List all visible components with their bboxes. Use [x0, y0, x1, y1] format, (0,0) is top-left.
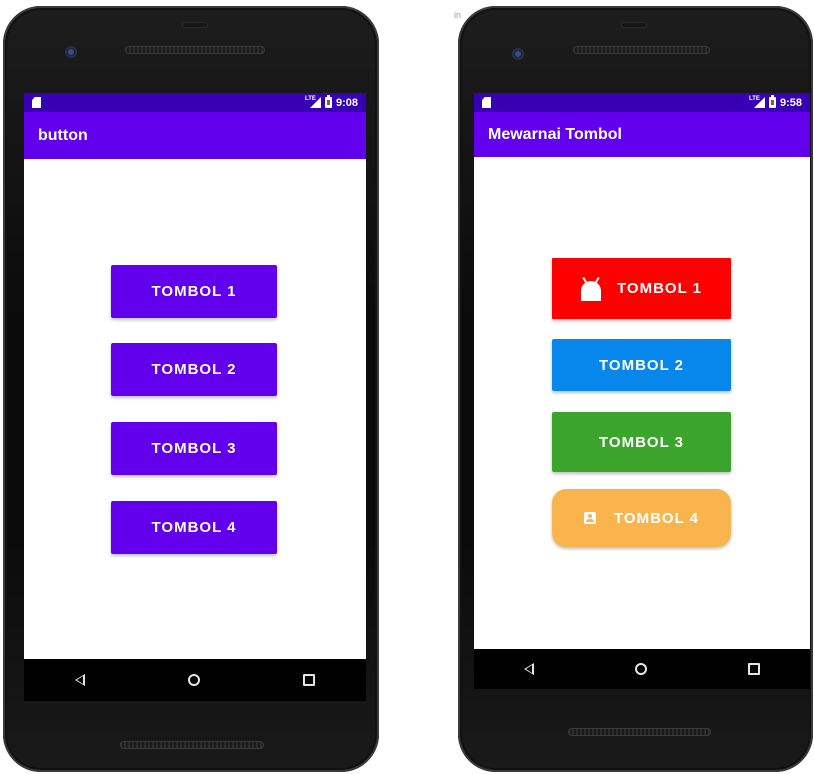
- tombol-3-button[interactable]: TOMBOL 3: [552, 412, 731, 472]
- home-icon[interactable]: [187, 674, 200, 686]
- front-camera-icon: [65, 46, 77, 58]
- navigation-bar: [474, 649, 810, 689]
- tombol-4-button[interactable]: TOMBOL 4: [552, 489, 731, 547]
- tombol-3-button[interactable]: TOMBOL 3: [111, 422, 277, 475]
- navigation-bar: [24, 659, 366, 701]
- battery-icon: [768, 95, 776, 108]
- battery-icon: [324, 95, 332, 108]
- app-bar: button: [24, 112, 366, 159]
- button-label: TOMBOL 2: [151, 361, 237, 378]
- app-bar-title: Mewarnai Tombol: [488, 125, 622, 143]
- bottom-speaker: [120, 741, 264, 749]
- lte-signal-icon: LTE: [305, 96, 321, 108]
- button-label: TOMBOL 4: [614, 509, 699, 527]
- bottom-speaker: [568, 728, 711, 736]
- button-label: TOMBOL 1: [617, 280, 702, 297]
- app-bar-title: button: [38, 126, 88, 144]
- left-phone: LTE 9:08 button TOMBOL 1 TOMBOL 2 TOMBOL…: [3, 6, 379, 772]
- lte-signal-icon: LTE: [749, 96, 765, 108]
- tombol-1-button[interactable]: TOMBOL 1: [552, 258, 731, 319]
- recents-icon[interactable]: [302, 674, 315, 686]
- earpiece-sensor: [182, 22, 208, 28]
- status-bar: LTE 9:58: [474, 93, 810, 112]
- top-speaker: [125, 46, 265, 54]
- button-label: TOMBOL 2: [599, 356, 684, 374]
- android-icon: [581, 276, 602, 301]
- button-label: TOMBOL 1: [151, 283, 237, 300]
- back-icon[interactable]: [75, 674, 86, 686]
- contact-icon: [584, 512, 597, 524]
- tombol-4-button[interactable]: TOMBOL 4: [111, 501, 277, 554]
- left-screen: LTE 9:08 button TOMBOL 1 TOMBOL 2 TOMBOL…: [24, 93, 366, 659]
- right-screen: LTE 9:58 Mewarnai Tombol TOMBOL 1 TOMBOL…: [474, 93, 810, 649]
- back-icon[interactable]: [524, 663, 535, 675]
- tombol-1-button[interactable]: TOMBOL 1: [111, 265, 277, 318]
- right-phone: LTE 9:58 Mewarnai Tombol TOMBOL 1 TOMBOL…: [458, 6, 813, 772]
- status-bar: LTE 9:08: [24, 93, 366, 112]
- sim-card-icon: [482, 97, 491, 108]
- home-icon[interactable]: [634, 663, 647, 675]
- top-speaker: [573, 46, 710, 54]
- status-time: 9:08: [335, 96, 358, 109]
- front-camera-icon: [512, 48, 524, 60]
- status-time: 9:58: [779, 96, 802, 109]
- button-label: TOMBOL 4: [151, 519, 237, 536]
- button-label: TOMBOL 3: [151, 440, 237, 457]
- earpiece-sensor: [621, 22, 647, 28]
- tombol-2-button[interactable]: TOMBOL 2: [552, 339, 731, 391]
- recents-icon[interactable]: [747, 663, 760, 675]
- sim-card-icon: [32, 97, 41, 108]
- tombol-2-button[interactable]: TOMBOL 2: [111, 343, 277, 396]
- button-label: TOMBOL 3: [599, 433, 684, 451]
- app-bar: Mewarnai Tombol: [474, 112, 810, 157]
